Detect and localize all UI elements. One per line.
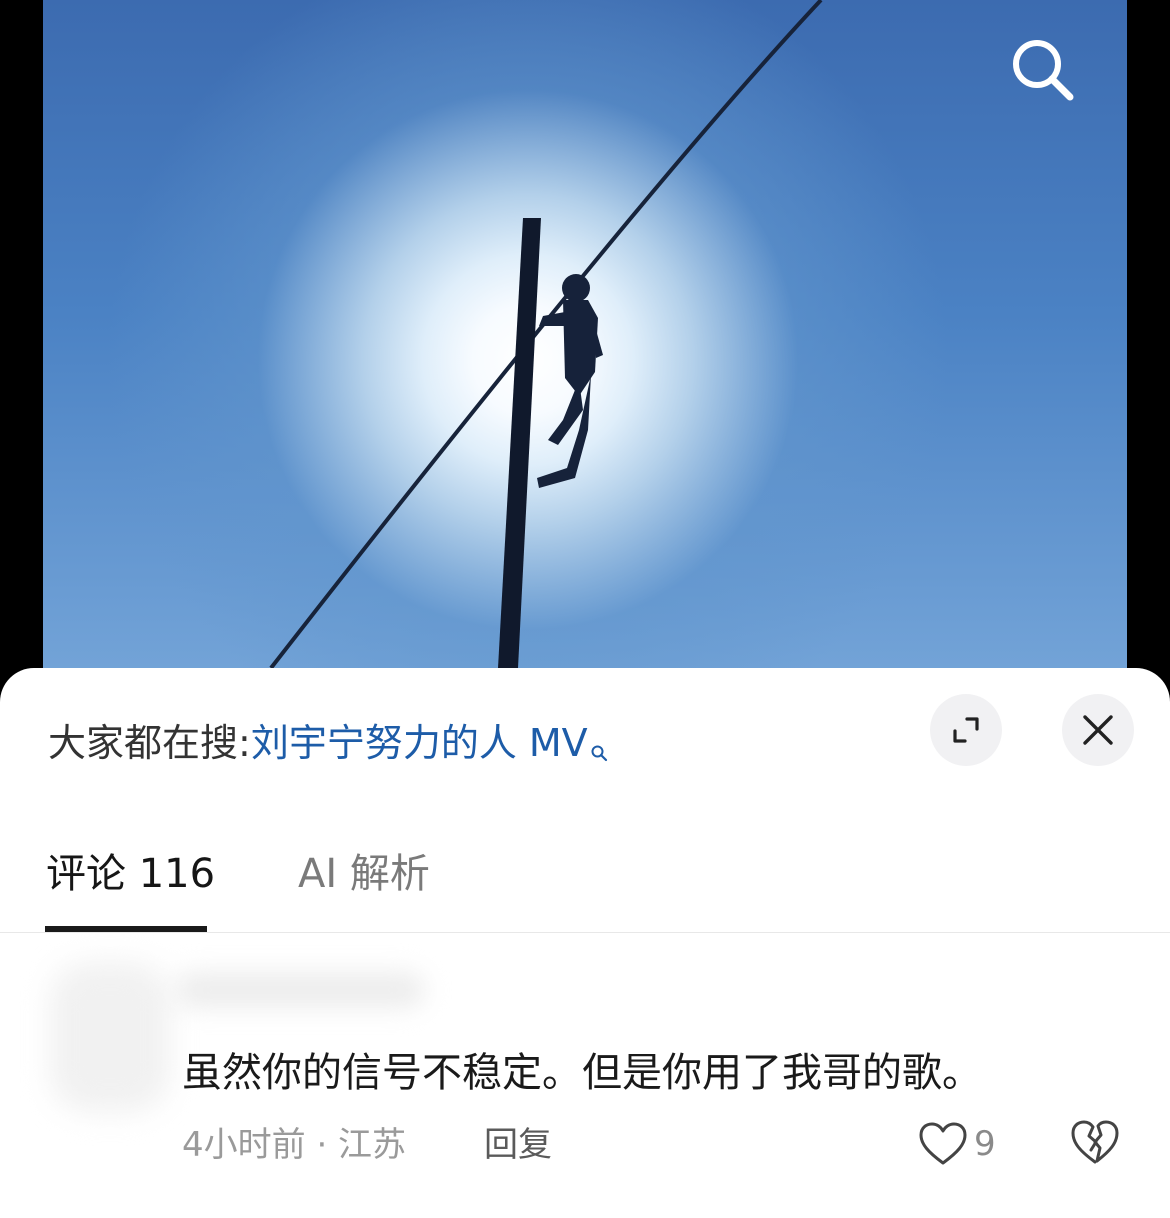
avatar[interactable] [50,962,170,1112]
utility-pole [498,218,541,668]
trending-search-term[interactable]: 刘宇宁努力的人 MV [251,721,588,765]
tab-ai-analysis[interactable]: AI 解析 [298,848,430,900]
like-count: 9 [974,1124,996,1164]
close-button[interactable] [1062,694,1134,766]
reply-button[interactable]: 回复 [484,1122,552,1168]
tab-comments[interactable]: 评论 116 [46,848,215,900]
close-icon [1083,715,1113,745]
dislike-button[interactable] [1070,1118,1120,1170]
video-frame[interactable] [43,0,1127,700]
power-cable [269,0,823,670]
comment-meta: 4小时前 · 江苏 [182,1125,407,1165]
video-search-button[interactable] [1007,34,1077,104]
comment-text: 虽然你的信号不稳定。但是你用了我哥的歌。 [182,1050,982,1096]
climber-silhouette [537,274,603,488]
commenter-name[interactable] [175,972,425,1008]
broken-heart-icon [1071,1120,1119,1164]
video-scene [269,0,823,670]
search-icon [590,724,608,774]
like-button[interactable]: 9 [918,1118,996,1170]
expand-icon [953,717,979,743]
heart-icon [919,1122,967,1165]
search-icon [1013,40,1074,101]
tab-divider [0,932,1170,933]
trending-search-prefix: 大家都在搜: [48,721,251,765]
trending-search-bar[interactable]: 大家都在搜:刘宇宁努力的人 MV [48,718,608,768]
expand-button[interactable] [930,694,1002,766]
